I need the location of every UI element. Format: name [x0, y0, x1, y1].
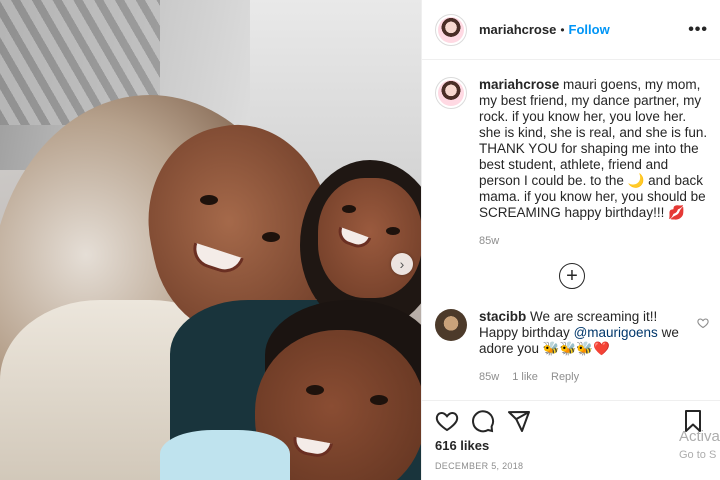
likes-count[interactable]: 616 likes: [435, 438, 489, 453]
moon-emoji: 🌙: [627, 173, 645, 188]
comment-like-heart-icon[interactable]: [697, 309, 709, 383]
comments-section[interactable]: mariahcrose mauri goens, my mom, my best…: [422, 61, 720, 401]
header-separator: •: [560, 22, 565, 37]
lips-emoji: 💋: [668, 205, 685, 220]
heart-icon[interactable]: [435, 409, 459, 433]
add-icon: +: [566, 265, 578, 287]
avatar-image: [438, 80, 464, 106]
reply-button[interactable]: Reply: [551, 371, 579, 383]
action-bar: [422, 400, 720, 434]
more-options-icon[interactable]: •••: [688, 21, 708, 39]
person-1-eye: [262, 232, 280, 242]
person-2-eye: [342, 205, 356, 213]
person-1-eye: [200, 195, 218, 205]
person-2-eye: [386, 227, 400, 235]
load-more-comments-button[interactable]: +: [559, 263, 585, 289]
comment-age[interactable]: 85w: [479, 371, 499, 383]
commenter-avatar[interactable]: [435, 309, 467, 341]
comment-username[interactable]: stacibb: [479, 309, 526, 324]
person-3-shirt: [160, 430, 290, 480]
avatar-image: [438, 16, 464, 43]
comment-row: stacibb We are screaming it!! Happy birt…: [435, 309, 709, 383]
caption-text: mariahcrose mauri goens, my mom, my best…: [479, 77, 709, 221]
post-photo[interactable]: ›: [0, 0, 421, 480]
caption-age[interactable]: 85w: [479, 235, 499, 247]
avatar[interactable]: [435, 77, 467, 109]
header-username[interactable]: mariahcrose: [479, 22, 556, 37]
activation-watermark: Activa Go to S: [679, 428, 720, 464]
caption-row: mariahcrose mauri goens, my mom, my best…: [435, 77, 709, 247]
person-3-eye: [370, 395, 388, 405]
post-header: mariahcrose • Follow •••: [422, 0, 720, 60]
comment-text: stacibb We are screaming it!! Happy birt…: [479, 309, 689, 357]
comment-mention-link[interactable]: @maurigoens: [574, 325, 658, 340]
watermark-line-1: Activa: [679, 428, 720, 445]
person-3-eye: [306, 385, 324, 395]
post-sidebar: mariahcrose • Follow ••• mariahcrose mau…: [421, 0, 720, 480]
chevron-right-icon: ›: [399, 256, 405, 272]
watermark-line-2: Go to S: [679, 449, 717, 461]
post-date: DECEMBER 5, 2018: [435, 461, 524, 471]
share-icon[interactable]: [507, 409, 531, 433]
next-photo-button[interactable]: ›: [391, 253, 413, 275]
comment-meta: 85w 1 like Reply: [479, 371, 689, 383]
comment-likes[interactable]: 1 like: [512, 371, 538, 383]
caption-meta: 85w: [479, 235, 709, 247]
comment-emojis: 🐝🐝🐝❤️: [542, 341, 611, 356]
caption-username[interactable]: mariahcrose: [479, 77, 559, 92]
avatar[interactable]: [435, 13, 467, 46]
follow-button[interactable]: Follow: [569, 22, 610, 37]
comment-icon[interactable]: [471, 409, 495, 433]
caption-body: mauri goens, my mom, my best friend, my …: [479, 77, 708, 188]
